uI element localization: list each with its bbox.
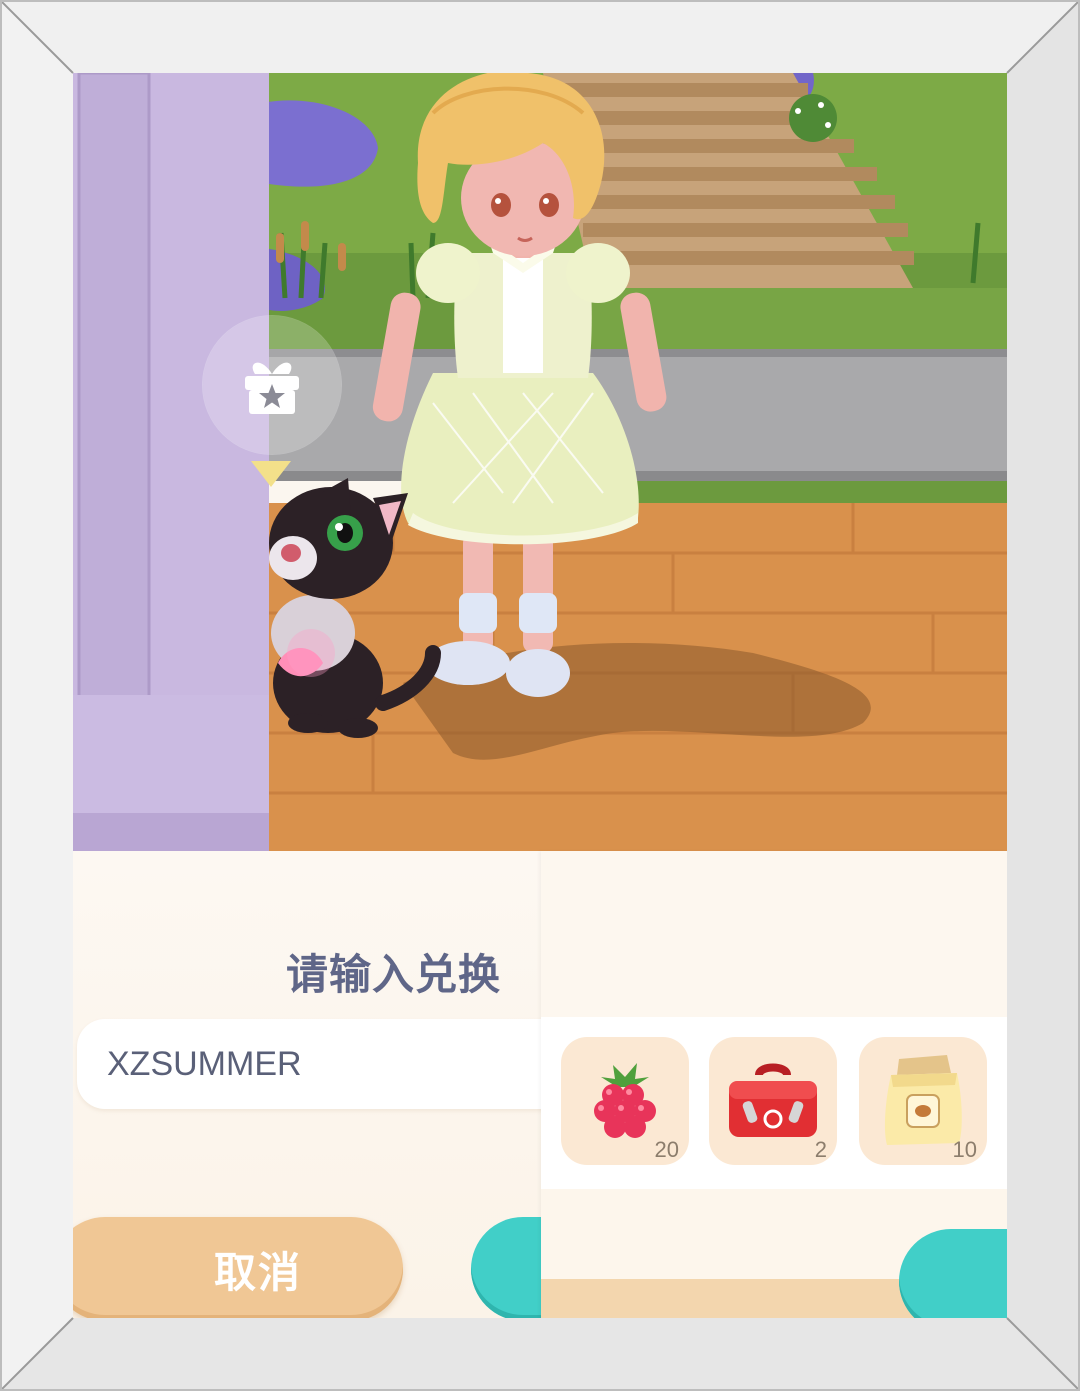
reward-count: 10 <box>952 1137 977 1162</box>
confirm-button-right[interactable] <box>899 1229 1007 1318</box>
reward-item-raspberry[interactable]: 20 <box>561 1037 689 1165</box>
gift-button[interactable] <box>203 316 341 454</box>
reward-list: 20 2 10 <box>541 1017 1007 1189</box>
game-scene <box>73 73 1007 851</box>
dialog-title: 请输入兑换 <box>286 950 502 999</box>
gift-star-icon <box>239 352 305 418</box>
cancel-button[interactable]: 取消 <box>73 1217 403 1318</box>
reward-panel: 20 2 10 <box>541 851 1007 1318</box>
reward-count: 2 <box>814 1137 827 1162</box>
reward-count: 20 <box>654 1137 679 1162</box>
screenshot-area: 请输入兑换 XZSUMMER 取消 20 2 10 <box>73 73 1007 1318</box>
redeem-code-value: XZSUMMER <box>107 1044 302 1083</box>
toolbox-icon <box>719 1057 827 1151</box>
triangle-marker-icon <box>251 461 291 487</box>
raspberry-icon <box>583 1055 667 1149</box>
reward-item-toolbox[interactable]: 2 <box>709 1037 837 1165</box>
cancel-button-label: 取消 <box>213 1247 302 1297</box>
reward-item-seed-bag[interactable]: 10 <box>859 1037 987 1165</box>
